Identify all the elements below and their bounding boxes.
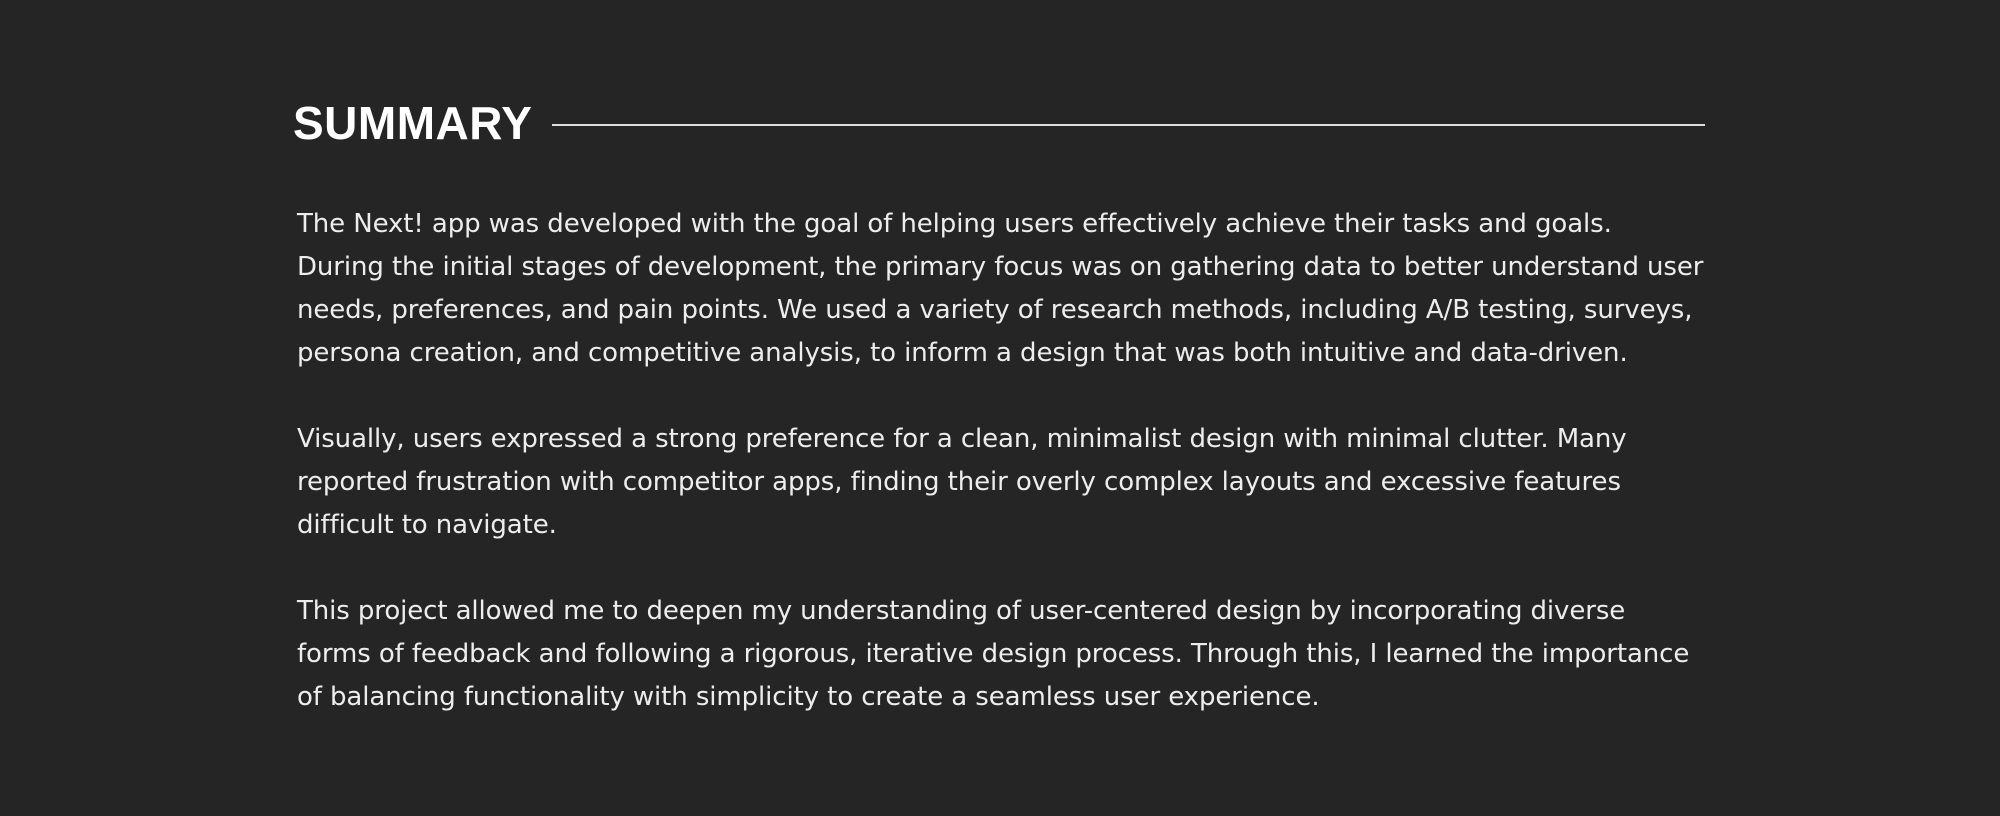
summary-paragraph-1: The Next! app was developed with the goa… [297, 209, 1704, 368]
heading-divider [552, 123, 1705, 126]
summary-paragraph-2: Visually, users expressed a strong prefe… [297, 424, 1627, 540]
summary-heading: SUMMARY [293, 97, 533, 149]
summary-paragraph-3: This project allowed me to deepen my und… [297, 596, 1690, 712]
summary-body: The Next! app was developed with the goa… [293, 203, 1705, 719]
summary-heading-row: SUMMARY [293, 95, 1705, 151]
summary-section: SUMMARY The Next! app was developed with… [293, 95, 1705, 719]
